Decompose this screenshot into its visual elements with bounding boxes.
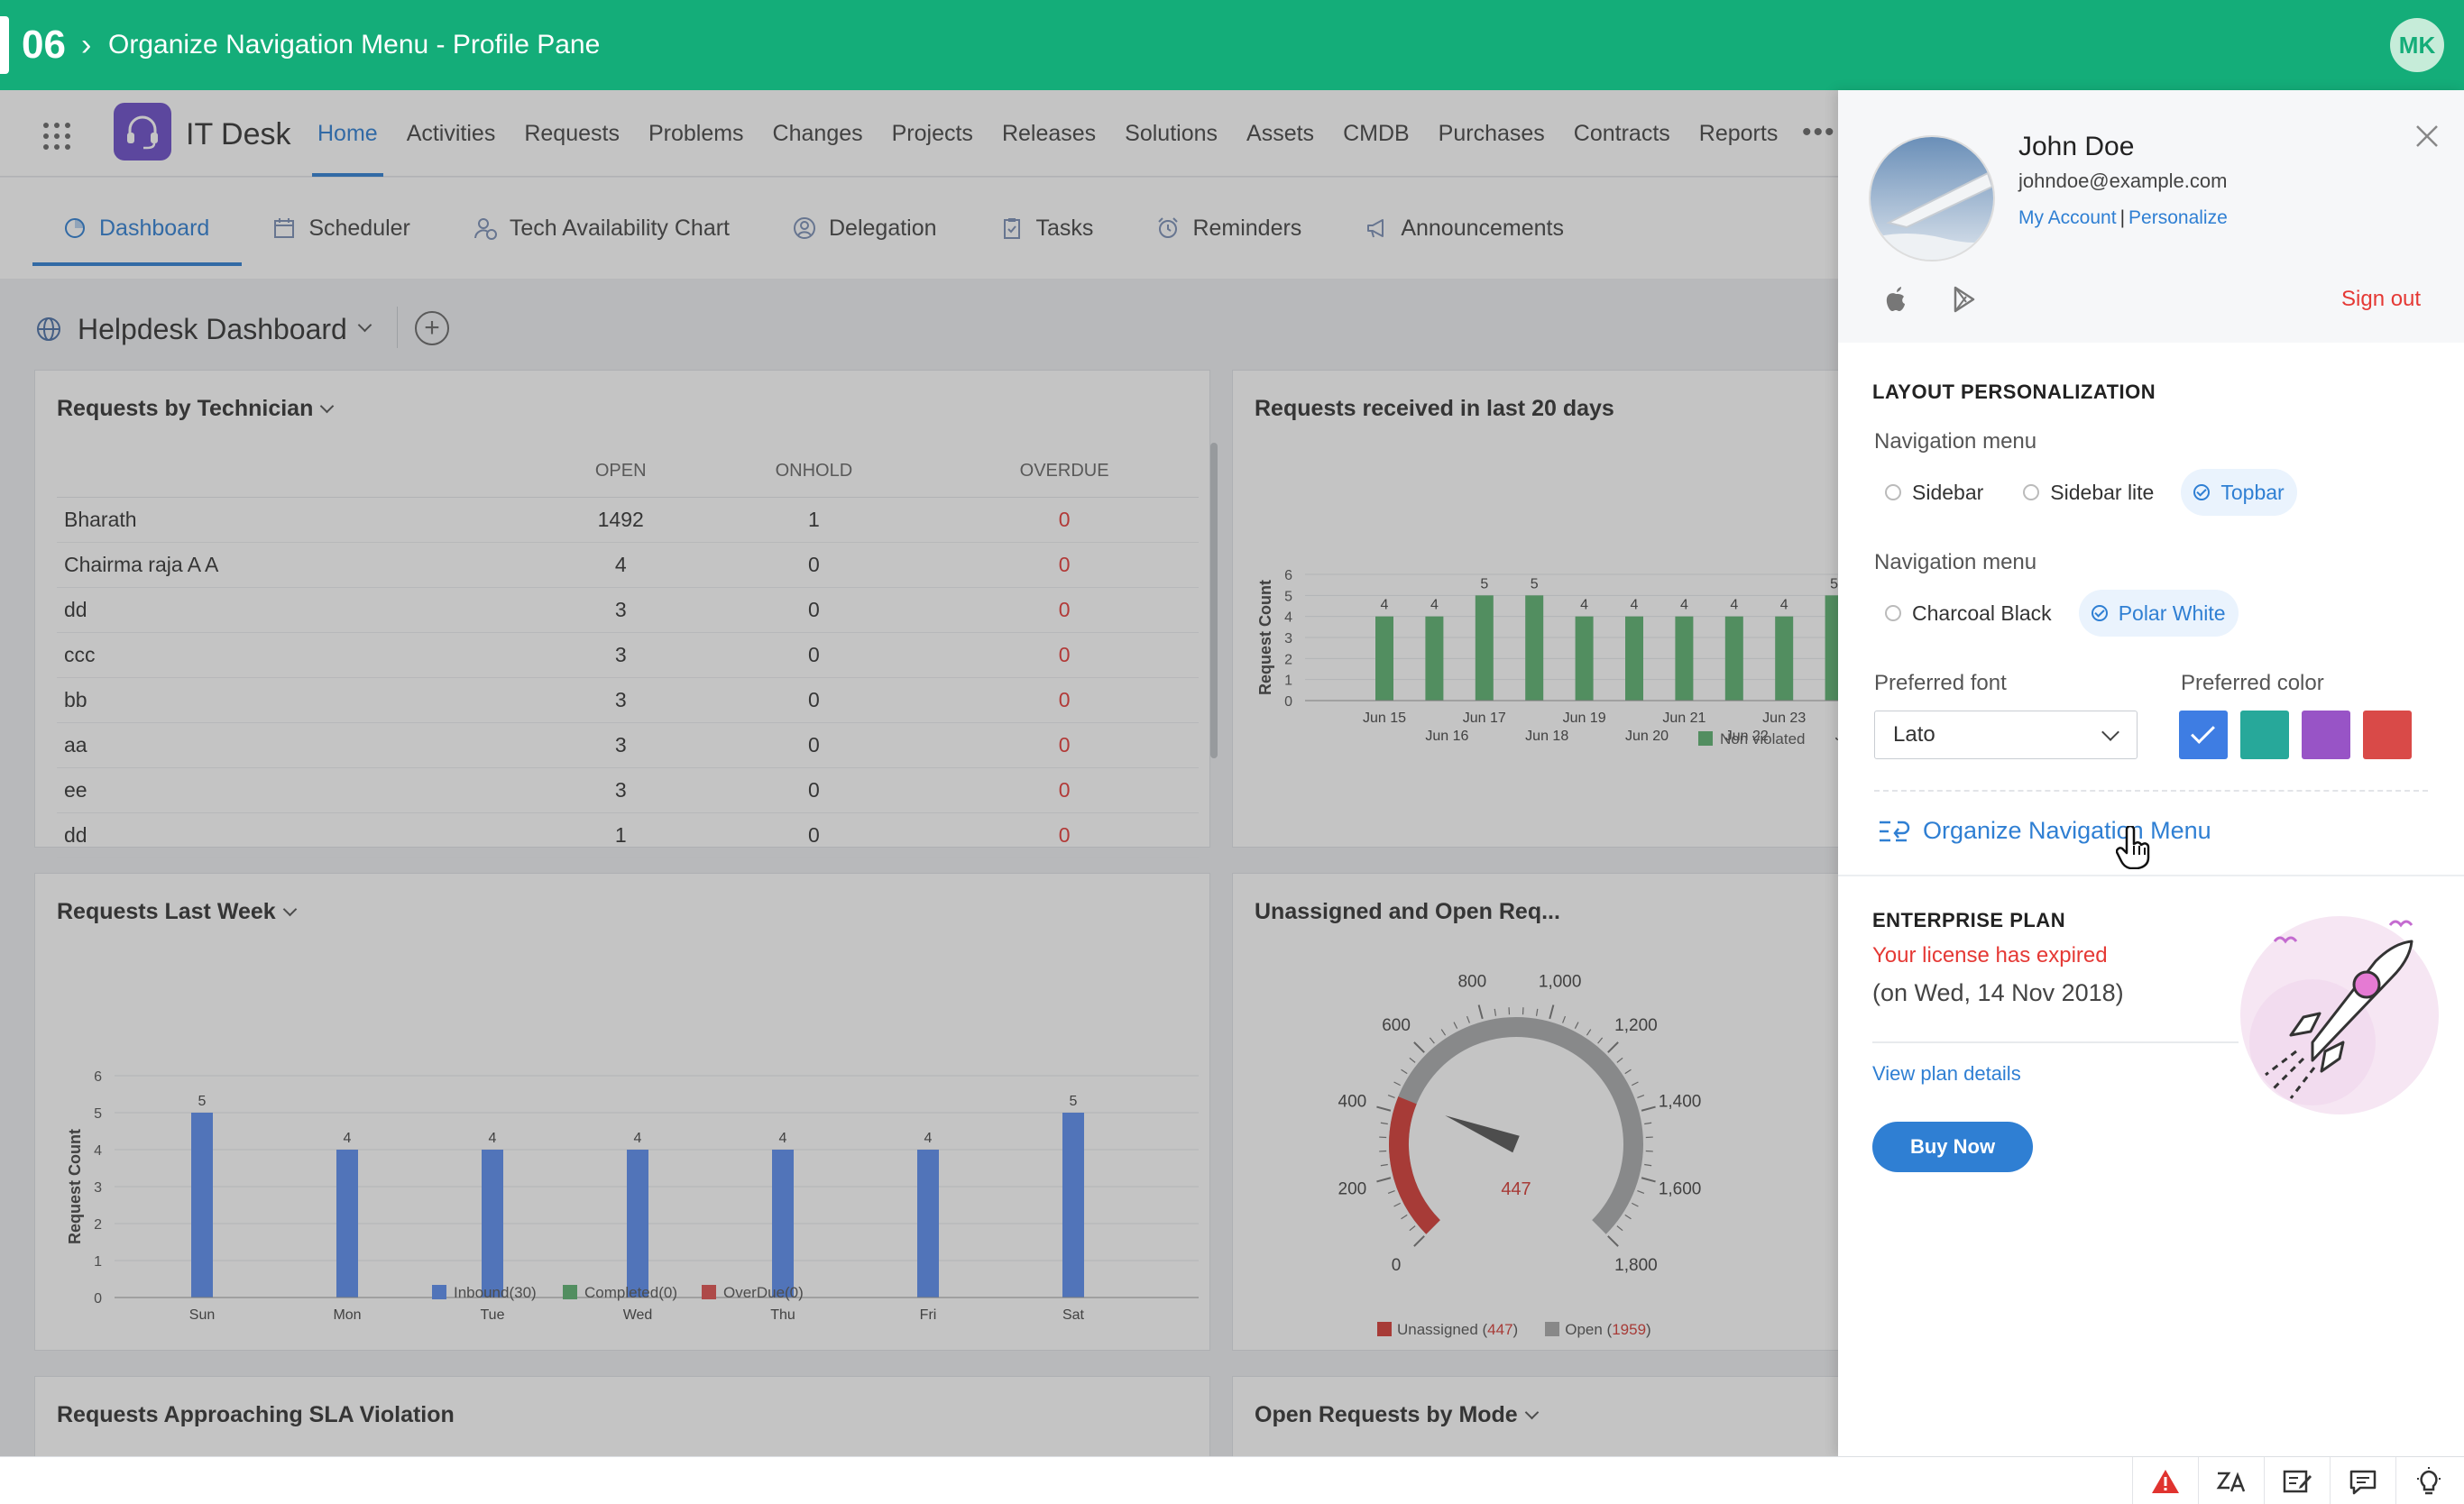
- hand-cursor-icon: [2116, 826, 2150, 869]
- license-expiry-date: (on Wed, 14 Nov 2018): [1872, 979, 2124, 1006]
- layout-section-title: LAYOUT PERSONALIZATION: [1872, 381, 2156, 403]
- step-number: 06: [22, 23, 66, 67]
- check-circle-icon: [2193, 484, 2211, 500]
- translate-icon[interactable]: [2198, 1457, 2264, 1504]
- plan-title: ENTERPRISE PLAN: [1872, 909, 2066, 931]
- profile-links: My Account | Personalize: [2018, 207, 2228, 229]
- organize-menu-icon: [1880, 821, 1910, 841]
- chevron-down-icon: [2101, 723, 2119, 741]
- my-account-link[interactable]: My Account: [2018, 207, 2117, 228]
- nav-menu-options: Sidebar Sidebar lite Topbar: [1872, 469, 2297, 516]
- banner-title: Organize Navigation Menu - Profile Pane: [108, 30, 601, 60]
- nav-menu-label: Navigation menu: [1874, 429, 2037, 454]
- font-select[interactable]: Lato: [1874, 711, 2138, 759]
- lightbulb-icon[interactable]: [2395, 1457, 2461, 1504]
- profile-header: John Doe johndoe@example.com My Account |…: [1838, 90, 2464, 343]
- check-circle-icon: [2091, 605, 2108, 621]
- buy-now-button[interactable]: Buy Now: [1872, 1122, 2033, 1172]
- apple-icon[interactable]: [1883, 285, 1908, 314]
- rocket-illustration-icon: [2240, 916, 2439, 1114]
- personalize-link[interactable]: Personalize: [2128, 207, 2228, 228]
- chat-icon[interactable]: [2330, 1457, 2395, 1504]
- bottom-bar: [0, 1456, 2464, 1504]
- radio-icon: [2023, 484, 2040, 500]
- close-icon[interactable]: [2412, 121, 2442, 151]
- color-label: Preferred color: [2181, 671, 2324, 695]
- dim-overlay[interactable]: [0, 90, 1838, 1456]
- divider: [1872, 1041, 2239, 1043]
- theme-label: Navigation menu: [1874, 550, 2037, 574]
- profile-pane: John Doe johndoe@example.com My Account |…: [1838, 90, 2464, 1456]
- step-marker: [0, 16, 9, 74]
- color-swatch[interactable]: [2240, 711, 2289, 759]
- option-label: Polar White: [2118, 601, 2226, 625]
- color-swatch[interactable]: [2363, 711, 2412, 759]
- profile-email: johndoe@example.com: [2018, 170, 2228, 192]
- color-swatch[interactable]: [2302, 711, 2350, 759]
- color-swatches: [2179, 711, 2412, 759]
- divider: [1838, 875, 2464, 876]
- font-value: Lato: [1893, 722, 1935, 747]
- option-label: Sidebar lite: [2050, 480, 2155, 504]
- theme-option-charcoal-black[interactable]: Charcoal Black: [1872, 590, 2064, 637]
- divider: [1874, 790, 2428, 792]
- organize-navigation-label: Organize Navigation Menu: [1923, 817, 2211, 844]
- organize-navigation-link[interactable]: Organize Navigation Menu: [1878, 817, 2211, 845]
- color-swatch[interactable]: [2179, 711, 2228, 759]
- profile-name: John Doe: [2018, 132, 2135, 161]
- radio-icon: [1885, 605, 1901, 621]
- profile-photo[interactable]: [1869, 135, 1995, 261]
- sign-out-link[interactable]: Sign out: [2341, 287, 2421, 312]
- font-label: Preferred font: [1874, 671, 2007, 695]
- radio-icon: [1885, 484, 1901, 500]
- user-avatar[interactable]: MK: [2390, 18, 2444, 72]
- link-separator: |: [2119, 207, 2126, 228]
- theme-options: Charcoal Black Polar White: [1872, 590, 2239, 637]
- license-expired-text: Your license has expired: [1872, 943, 2108, 968]
- option-label: Topbar: [2220, 480, 2285, 504]
- nav-option-topbar[interactable]: Topbar: [2181, 469, 2297, 516]
- tutorial-banner: 06 › Organize Navigation Menu - Profile …: [0, 0, 2464, 90]
- option-label: Charcoal Black: [1912, 601, 2052, 625]
- view-plan-link[interactable]: View plan details: [1872, 1062, 2021, 1086]
- option-label: Sidebar: [1912, 480, 1984, 504]
- bottom-bar-icons: [2132, 1457, 2461, 1504]
- theme-option-polar-white[interactable]: Polar White: [2078, 590, 2239, 637]
- notes-icon[interactable]: [2264, 1457, 2330, 1504]
- nav-option-sidebar[interactable]: Sidebar: [1872, 469, 1996, 516]
- alert-icon[interactable]: [2132, 1457, 2198, 1504]
- step-separator: ›: [81, 28, 92, 62]
- google-play-icon[interactable]: [1952, 285, 1977, 314]
- nav-option-sidebar-lite[interactable]: Sidebar lite: [2010, 469, 2166, 516]
